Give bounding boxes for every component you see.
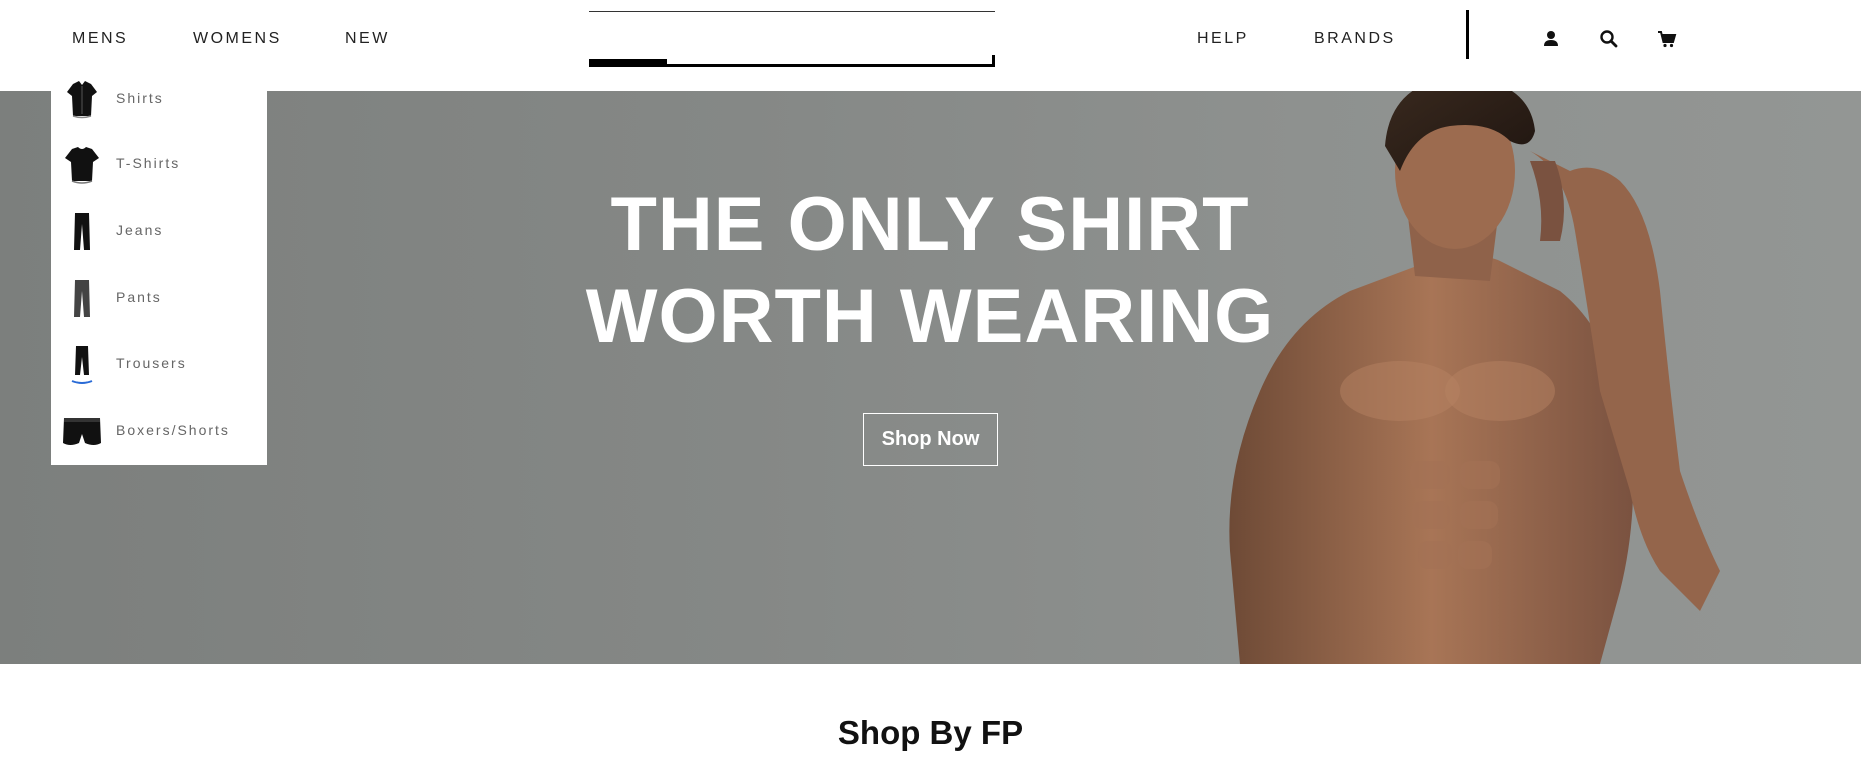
boxers-icon xyxy=(63,418,101,445)
nav-brands[interactable]: BRANDS xyxy=(1314,30,1396,48)
jeans-icon xyxy=(74,213,90,250)
hero-model-image xyxy=(1229,91,1720,664)
dropdown-item-boxers-shorts[interactable]: Boxers/Shorts xyxy=(51,404,267,460)
user-icon[interactable] xyxy=(1540,28,1562,50)
shop-now-button[interactable]: Shop Now xyxy=(863,413,998,466)
dropdown-item-label: Trousers xyxy=(116,355,187,371)
mens-dropdown-menu: Shirts T-Shirts Jeans Pants Trousers Box… xyxy=(51,72,267,465)
nav-new[interactable]: NEW xyxy=(345,30,390,48)
dropdown-item-label: Jeans xyxy=(116,222,164,238)
hero-title-line1: THE ONLY SHIRT xyxy=(610,182,1250,267)
dropdown-item-label: Boxers/Shorts xyxy=(116,422,230,438)
dropdown-item-shirts[interactable]: Shirts xyxy=(51,72,267,128)
dropdown-item-pants[interactable]: Pants xyxy=(51,271,267,327)
section-title: Shop By FP xyxy=(837,714,1024,751)
nav-help[interactable]: HELP xyxy=(1197,30,1249,48)
nav-mens[interactable]: MENS xyxy=(72,30,128,48)
shirt-icon xyxy=(67,81,97,119)
dropdown-item-label: Pants xyxy=(116,289,162,305)
trousers-icon xyxy=(71,346,93,384)
nav-womens[interactable]: WOMENS xyxy=(193,30,282,48)
dropdown-item-tshirts[interactable]: T-Shirts xyxy=(51,137,267,193)
pants-icon xyxy=(74,280,90,317)
hero-title: THE ONLY SHIRT WORTH WEARING xyxy=(530,179,1330,363)
header-divider xyxy=(1466,10,1469,59)
dropdown-item-label: T-Shirts xyxy=(116,155,181,171)
hero-banner: THE ONLY SHIRT WORTH WEARING Shop Now xyxy=(0,91,1861,664)
site-header: MENS WOMENS NEW HELP BRANDS xyxy=(0,0,1861,90)
cart-icon[interactable] xyxy=(1656,28,1678,50)
dropdown-item-jeans[interactable]: Jeans xyxy=(51,204,267,260)
tshirt-icon xyxy=(65,147,99,184)
hero-title-line2: WORTH WEARING xyxy=(585,274,1275,359)
site-logo[interactable] xyxy=(589,11,995,67)
search-icon[interactable] xyxy=(1598,28,1620,50)
dropdown-item-label: Shirts xyxy=(116,90,164,106)
dropdown-item-trousers[interactable]: Trousers xyxy=(51,337,267,393)
